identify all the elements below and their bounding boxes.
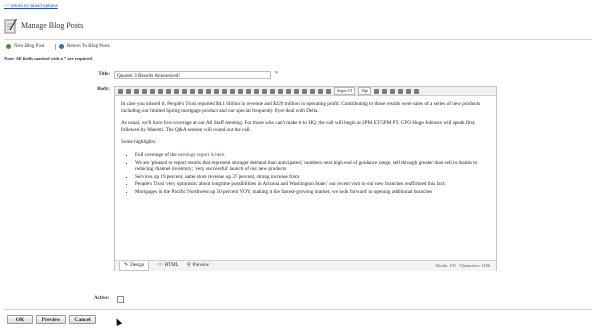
list-item: We are 'pleased to report results that r…	[135, 160, 493, 173]
return-link[interactable]: << return to inland options	[4, 4, 58, 9]
paste-text-icon[interactable]	[142, 88, 147, 94]
bold-icon[interactable]	[390, 88, 396, 94]
cancel-button[interactable]: Cancel	[69, 315, 96, 324]
list-item: Mortgages in the Pacific Northwest up 50…	[135, 189, 493, 196]
editor-status-bar: ✎ Design <> HTML ⚲ Preview Words: 191 Ch…	[115, 260, 496, 271]
required-mark: *	[275, 71, 278, 77]
required-note: Note: All fields marked with a * are req…	[4, 56, 93, 61]
pencil-icon: ✎	[124, 263, 129, 268]
title-label: Title:	[98, 72, 110, 77]
outdent-icon[interactable]	[294, 88, 299, 94]
symbol-icon[interactable]	[310, 88, 315, 94]
paste-word-icon[interactable]	[150, 88, 155, 94]
justify-icon[interactable]	[270, 88, 275, 94]
tab-design-label: Design	[130, 263, 145, 268]
italic-icon[interactable]	[398, 88, 404, 94]
cut-icon[interactable]	[118, 88, 123, 94]
indent-icon[interactable]	[302, 88, 307, 94]
paragraph: In case you missed it, People's Trust re…	[121, 101, 481, 114]
find-icon[interactable]	[190, 88, 195, 94]
font-color-icon[interactable]	[374, 88, 380, 94]
footer-divider	[4, 309, 592, 310]
page-title: Manage Blog Posts	[21, 21, 84, 30]
earnings-report-link[interactable]: earnings report is here	[178, 152, 224, 158]
unlink-icon[interactable]	[206, 88, 211, 94]
toolbar-divider	[55, 44, 56, 50]
new-blog-post-button[interactable]: New Blog Post	[6, 44, 44, 49]
align-center-icon[interactable]	[254, 88, 259, 94]
table-icon[interactable]	[230, 88, 235, 94]
word-count: Words: 191 Characters: 1186	[435, 263, 490, 268]
tab-design[interactable]: ✎ Design	[119, 262, 150, 271]
bullet-list-icon[interactable]	[278, 88, 283, 94]
undo-icon[interactable]	[174, 88, 179, 94]
title-field[interactable]: Quarter 3 Results Announced!	[114, 71, 271, 79]
tab-html[interactable]: <> HTML	[153, 262, 183, 270]
blog-posts-icon	[4, 18, 18, 34]
mouse-cursor-icon	[113, 317, 123, 326]
plus-icon	[6, 44, 11, 49]
align-left-icon[interactable]	[246, 88, 251, 94]
list-item: Services up 19 percent, same store reven…	[135, 174, 493, 181]
tab-html-label: HTML	[164, 263, 179, 268]
anchor-icon[interactable]	[214, 88, 219, 94]
body-label: Body:	[97, 87, 110, 92]
highlight-icon[interactable]	[382, 88, 388, 94]
new-blog-post-label: New Blog Post	[14, 44, 45, 49]
active-checkbox[interactable]	[117, 296, 124, 303]
highlights-list: Full coverage of the earnings report is …	[121, 152, 493, 196]
image-icon[interactable]	[222, 88, 227, 94]
align-right-icon[interactable]	[262, 88, 267, 94]
paragraph: Some highlights:	[121, 139, 157, 146]
font-name-select[interactable]: Segoe UI	[334, 87, 355, 95]
link-icon[interactable]	[198, 88, 203, 94]
header-divider	[4, 39, 592, 40]
editor-toolbar: Segoe UI 10pt	[115, 87, 496, 96]
list-item: People's Trust 'very optimistic about lo…	[135, 181, 493, 188]
copy-icon[interactable]	[126, 88, 131, 94]
paragraph: As usual, we'll have live coverage at ou…	[121, 120, 476, 133]
return-to-posts-label: Return To Blog Posts	[67, 44, 110, 49]
subscript-icon[interactable]	[318, 88, 323, 94]
return-to-posts-button[interactable]: Return To Blog Posts	[59, 44, 110, 49]
redo-icon[interactable]	[182, 88, 187, 94]
tab-preview[interactable]: ⚲ Preview	[183, 262, 213, 270]
code-icon: <>	[157, 263, 163, 268]
font-size-select[interactable]: 10pt	[358, 87, 372, 95]
strikethrough-icon[interactable]	[414, 88, 420, 94]
print-icon[interactable]	[158, 88, 163, 94]
tab-preview-label: Preview	[192, 263, 210, 268]
paste-icon[interactable]	[134, 88, 139, 94]
ok-button[interactable]: OK	[7, 315, 33, 324]
list-item: Full coverage of the earnings report is …	[135, 152, 493, 159]
active-label: Active:	[94, 296, 110, 301]
rich-text-editor[interactable]: Segoe UI 10pt In case you missed it, Peo…	[114, 86, 497, 271]
spellcheck-icon[interactable]	[166, 88, 171, 94]
magnifier-icon: ⚲	[187, 263, 191, 268]
underline-icon[interactable]	[406, 88, 412, 94]
numbered-list-icon[interactable]	[286, 88, 291, 94]
superscript-icon[interactable]	[326, 88, 331, 94]
rule-icon[interactable]	[238, 88, 243, 94]
back-arrow-icon	[59, 44, 64, 49]
editor-content[interactable]: In case you missed it, People's Trust re…	[121, 101, 493, 197]
preview-button[interactable]: Preview	[36, 315, 66, 324]
